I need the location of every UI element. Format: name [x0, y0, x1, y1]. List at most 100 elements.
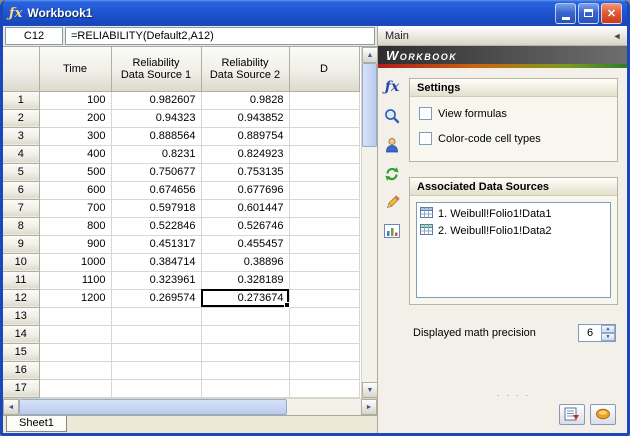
cell[interactable]: 0.328189	[201, 271, 289, 289]
cell[interactable]: 0.677696	[201, 181, 289, 199]
user-icon[interactable]	[383, 136, 401, 154]
row-header[interactable]: 14	[3, 325, 39, 343]
cell[interactable]	[39, 325, 111, 343]
plot-icon[interactable]	[383, 223, 401, 241]
horizontal-scroll-track[interactable]	[287, 399, 361, 415]
row-header[interactable]: 17	[3, 379, 39, 397]
cell[interactable]: 0.9828	[201, 91, 289, 109]
corner-header[interactable]	[3, 47, 39, 91]
cell[interactable]: 0.888564	[111, 127, 201, 145]
cell[interactable]: 0.323961	[111, 271, 201, 289]
close-button[interactable]: ✕	[601, 3, 622, 24]
color-code-option[interactable]: Color-code cell types	[419, 132, 610, 145]
zoom-icon[interactable]	[383, 107, 401, 125]
cell[interactable]	[201, 307, 289, 325]
vertical-scroll-thumb[interactable]	[362, 63, 377, 147]
cell[interactable]	[289, 289, 359, 307]
refresh-icon[interactable]	[383, 165, 401, 183]
view-formulas-checkbox[interactable]	[419, 107, 432, 120]
row-header[interactable]: 11	[3, 271, 39, 289]
cell[interactable]	[289, 271, 359, 289]
row-header[interactable]: 16	[3, 361, 39, 379]
view-formulas-option[interactable]: View formulas	[419, 107, 610, 120]
cell[interactable]: 600	[39, 181, 111, 199]
cell[interactable]: 0.597918	[111, 199, 201, 217]
cell[interactable]	[111, 361, 201, 379]
row-header[interactable]: 3	[3, 127, 39, 145]
cell[interactable]: 0.982607	[111, 91, 201, 109]
formula-input[interactable]: =RELIABILITY(Default2,A12)	[65, 27, 375, 45]
cell[interactable]: 300	[39, 127, 111, 145]
report-button[interactable]	[559, 404, 585, 425]
cell[interactable]	[289, 343, 359, 361]
row-header[interactable]: 2	[3, 109, 39, 127]
row-header[interactable]: 13	[3, 307, 39, 325]
column-header[interactable]: Reliability Data Source 1	[111, 47, 201, 91]
precision-spinner[interactable]: 6 ▲ ▼	[578, 324, 616, 342]
row-header[interactable]: 12	[3, 289, 39, 307]
horizontal-scrollbar[interactable]: ◄ ►	[3, 398, 377, 415]
calculator-button[interactable]	[590, 404, 616, 425]
cell[interactable]	[201, 343, 289, 361]
row-header[interactable]: 10	[3, 253, 39, 271]
cell[interactable]	[289, 379, 359, 397]
cell[interactable]: 0.384714	[111, 253, 201, 271]
cell[interactable]: 800	[39, 217, 111, 235]
cell[interactable]	[201, 379, 289, 397]
horizontal-scroll-thumb[interactable]	[19, 399, 287, 415]
cell[interactable]: 0.889754	[201, 127, 289, 145]
spin-up-button[interactable]: ▲	[601, 325, 615, 333]
row-header[interactable]: 15	[3, 343, 39, 361]
cell[interactable]: 500	[39, 163, 111, 181]
data-source-item[interactable]: 2. Weibull!Folio1!Data2	[420, 222, 607, 239]
precision-value[interactable]: 6	[579, 325, 601, 341]
cell[interactable]	[39, 361, 111, 379]
cell[interactable]	[289, 181, 359, 199]
cell[interactable]	[289, 361, 359, 379]
cell[interactable]	[111, 343, 201, 361]
row-header[interactable]: 9	[3, 235, 39, 253]
cell[interactable]	[289, 109, 359, 127]
cell[interactable]	[39, 379, 111, 397]
scroll-down-button[interactable]: ▼	[362, 382, 378, 398]
cell[interactable]	[289, 325, 359, 343]
cell[interactable]: 700	[39, 199, 111, 217]
cell[interactable]: 0.38896	[201, 253, 289, 271]
cell[interactable]: 0.601447	[201, 199, 289, 217]
cell[interactable]: 0.94323	[111, 109, 201, 127]
cell[interactable]: 0.269574	[111, 289, 201, 307]
spin-down-button[interactable]: ▼	[601, 333, 615, 341]
vertical-scroll-track[interactable]	[362, 63, 377, 382]
color-code-checkbox[interactable]	[419, 132, 432, 145]
scroll-up-button[interactable]: ▲	[362, 47, 378, 63]
cell[interactable]: 200	[39, 109, 111, 127]
scroll-left-button[interactable]: ◄	[3, 399, 19, 415]
row-header[interactable]: 1	[3, 91, 39, 109]
cell[interactable]: 0.8231	[111, 145, 201, 163]
cell-reference-box[interactable]: C12	[5, 27, 63, 45]
cell[interactable]	[289, 253, 359, 271]
cell[interactable]: 0.943852	[201, 109, 289, 127]
cell[interactable]: 0.753135	[201, 163, 289, 181]
row-header[interactable]: 7	[3, 199, 39, 217]
edit-pencil-icon[interactable]	[383, 194, 401, 212]
row-header[interactable]: 8	[3, 217, 39, 235]
function-wizard-icon[interactable]: ƒx	[383, 78, 401, 96]
cell[interactable]	[289, 127, 359, 145]
cell[interactable]	[39, 307, 111, 325]
cell[interactable]: 1100	[39, 271, 111, 289]
cell[interactable]	[289, 91, 359, 109]
cell[interactable]	[111, 325, 201, 343]
cell[interactable]: 1000	[39, 253, 111, 271]
data-source-list[interactable]: 1. Weibull!Folio1!Data1 2. Weibull!Folio…	[416, 202, 611, 298]
cell[interactable]: 1200	[39, 289, 111, 307]
column-header[interactable]: Time	[39, 47, 111, 91]
maximize-button[interactable]	[578, 3, 599, 24]
cell[interactable]: 0.674656	[111, 181, 201, 199]
cell[interactable]	[289, 307, 359, 325]
cell[interactable]: 100	[39, 91, 111, 109]
cell[interactable]: 0.824923	[201, 145, 289, 163]
column-header[interactable]: Reliability Data Source 2	[201, 47, 289, 91]
back-arrow-button[interactable]: ◄	[610, 31, 624, 41]
minimize-button[interactable]	[555, 3, 576, 24]
